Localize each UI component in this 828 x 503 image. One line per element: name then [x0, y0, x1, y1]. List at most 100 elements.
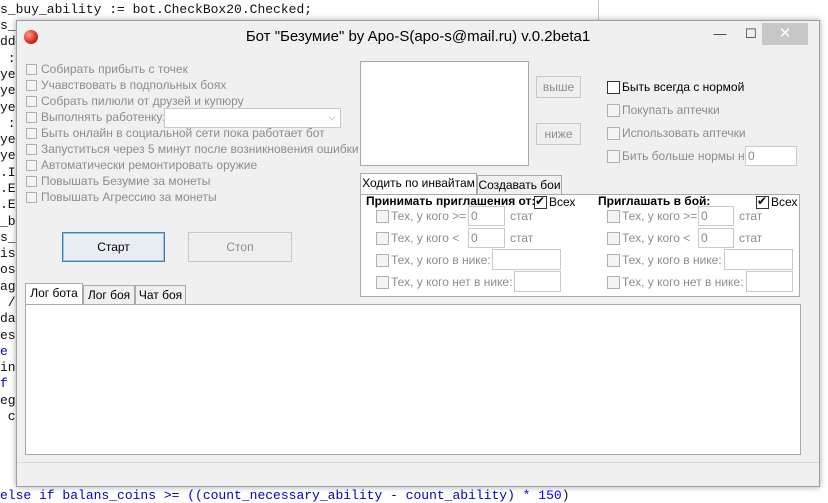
move-down-button[interactable]: ниже: [536, 123, 581, 145]
accept-ge-label: Тех, у кого >=: [391, 209, 467, 223]
use-meds-checkbox[interactable]: [607, 127, 620, 140]
accept-ge-input[interactable]: 0: [468, 206, 505, 226]
beat-more-label: Бить больше нормы на:: [622, 149, 755, 163]
code-line: .I: [0, 165, 16, 180]
accept-lt-label: Тех, у кого <: [391, 231, 460, 245]
invite-in-nick-label: Тех, у кого в нике:: [622, 253, 722, 267]
accept-heading: Принимать приглашения от:: [366, 194, 536, 208]
accept-in-nick-checkbox[interactable]: [376, 254, 389, 267]
collect-pills-checkbox[interactable]: [26, 96, 37, 107]
accept-in-nick-input[interactable]: [492, 249, 561, 270]
tab-bot-log[interactable]: Лог бота: [25, 283, 83, 305]
underground-fights-checkbox[interactable]: [26, 80, 37, 91]
always-normal-checkbox[interactable]: [607, 81, 620, 94]
stop-button[interactable]: Стоп: [188, 232, 292, 262]
do-job-label: Выполнять работенку:: [41, 110, 166, 124]
invite-lt-unit: стат: [739, 231, 763, 245]
invite-all-checkbox[interactable]: [756, 194, 769, 209]
code-line: ag: [0, 279, 16, 294]
code-line: :: [0, 116, 16, 131]
invite-ge-unit: стат: [739, 209, 763, 223]
chevron-down-icon: ⌵: [328, 112, 336, 123]
code-line: is: [0, 246, 16, 261]
code-line: ye: [0, 148, 16, 163]
invite-in-nick-checkbox[interactable]: [607, 254, 620, 267]
code-line: s_buy_ability := bot.CheckBox20.Checked;: [0, 2, 313, 17]
invite-not-in-nick-checkbox[interactable]: [607, 276, 620, 289]
job-dropdown[interactable]: ⌵: [164, 108, 341, 128]
code-line: eg: [0, 393, 16, 408]
raise-madness-checkbox[interactable]: [26, 176, 37, 187]
code-line: .E: [0, 197, 16, 212]
invite-lt-checkbox[interactable]: [607, 232, 620, 245]
beat-more-checkbox[interactable]: [607, 150, 620, 163]
buy-meds-label: Покупать аптечки: [622, 103, 720, 117]
code-line: e: [0, 344, 8, 359]
code-line: dd: [0, 34, 16, 49]
accept-ge-checkbox[interactable]: [376, 210, 389, 223]
maximize-button[interactable]: ☐: [737, 23, 765, 45]
log-panel[interactable]: [25, 304, 801, 455]
code-line: os: [0, 262, 16, 277]
accept-lt-checkbox[interactable]: [376, 232, 389, 245]
move-up-button[interactable]: выше: [536, 76, 581, 98]
code-line: f: [0, 376, 8, 391]
code-line: es: [0, 328, 16, 343]
raise-aggression-label: Повышать Агрессию за монеты: [41, 190, 217, 204]
editor-margin-line: [598, 0, 599, 22]
tab-fight-chat[interactable]: Чат боя: [135, 285, 186, 305]
window-title: Бот "Безумие" by Apo-S(apo-s@mail.ru) v.…: [245, 28, 591, 45]
invite-ge-label: Тех, у кого >=: [622, 209, 698, 223]
invite-not-in-nick-input[interactable]: [746, 271, 793, 292]
online-social-label: Быть онлайн в социальной сети пока работ…: [41, 126, 325, 140]
accept-ge-unit: стат: [510, 209, 534, 223]
code-line: ye: [0, 83, 16, 98]
code-line: ye: [0, 67, 16, 82]
start-button[interactable]: Старт: [62, 232, 165, 262]
code-line: s_: [0, 18, 16, 33]
accept-all-checkbox[interactable]: [534, 194, 547, 209]
accept-all-label: Всех: [549, 195, 576, 209]
tab-walk-invites[interactable]: Ходить по инвайтам: [360, 173, 477, 195]
code-text: else if balans_coins >= ((count_necessar…: [0, 488, 539, 503]
accept-lt-unit: стат: [510, 231, 534, 245]
accept-not-in-nick-input[interactable]: [514, 271, 561, 292]
code-line: /: [0, 295, 16, 310]
code-text: ): [561, 488, 570, 503]
code-line: s_: [0, 230, 16, 245]
accept-not-in-nick-checkbox[interactable]: [376, 276, 389, 289]
restart-on-error-checkbox[interactable]: [26, 144, 37, 155]
invite-heading: Приглашать в бой:: [598, 194, 711, 208]
code-line: da: [0, 311, 16, 326]
raise-aggression-checkbox[interactable]: [26, 192, 37, 203]
collect-profit-checkbox[interactable]: [26, 64, 37, 75]
invite-ge-input[interactable]: 0: [698, 206, 734, 226]
tab-fight-log[interactable]: Лог боя: [83, 285, 135, 305]
invite-not-in-nick-label: Тех, у кого нет в нике:: [622, 275, 744, 289]
buy-meds-checkbox[interactable]: [607, 104, 620, 117]
invite-in-nick-input[interactable]: [724, 249, 793, 270]
accept-not-in-nick-label: Тех, у кого нет в нике:: [391, 275, 513, 289]
code-line: .E: [0, 181, 16, 196]
title-bar[interactable]: Бот "Безумие" by Apo-S(apo-s@mail.ru) v.…: [17, 21, 819, 51]
bot-window: Бот "Безумие" by Apo-S(apo-s@mail.ru) v.…: [16, 20, 820, 487]
accept-lt-input[interactable]: 0: [468, 228, 505, 248]
close-button[interactable]: ✕: [762, 23, 808, 45]
auto-repair-checkbox[interactable]: [26, 160, 37, 171]
invite-ge-checkbox[interactable]: [607, 210, 620, 223]
code-number: 150: [538, 488, 562, 503]
accept-in-nick-label: Тех, у кого в нике:: [391, 253, 491, 267]
use-meds-label: Использовать аптечки: [622, 126, 746, 140]
minimize-button[interactable]: —: [705, 23, 735, 45]
collect-pills-label: Собрать пилюли от друзей и купюру: [41, 94, 244, 108]
do-job-checkbox[interactable]: [26, 112, 37, 123]
online-social-checkbox[interactable]: [26, 128, 37, 139]
invite-lt-input[interactable]: 0: [698, 228, 734, 248]
raise-madness-label: Повышать Безумие за монеты: [41, 174, 211, 188]
items-listbox[interactable]: [360, 61, 529, 166]
status-divider: [17, 462, 819, 463]
tab-create-fights[interactable]: Создавать бои: [477, 175, 562, 195]
always-normal-label: Быть всегда с нормой: [622, 80, 745, 94]
code-line: c: [0, 409, 16, 424]
beat-more-input[interactable]: 0: [745, 146, 797, 166]
